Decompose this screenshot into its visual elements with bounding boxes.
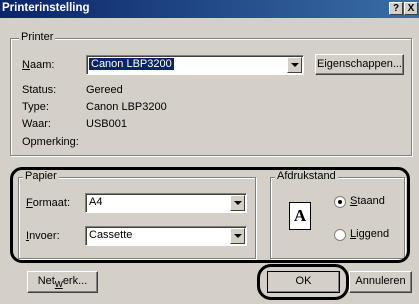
title-bar: Printerinstelling ? X: [0, 0, 419, 18]
printer-name-select[interactable]: Canon LBP3200: [86, 55, 304, 75]
paper-group-label: Papier: [23, 170, 59, 182]
close-button[interactable]: X: [404, 2, 418, 15]
paper-format-value: A4: [89, 196, 103, 208]
close-icon: X: [407, 3, 415, 14]
type-label: Type:: [22, 101, 49, 113]
printer-name-dropdown-button[interactable]: [287, 57, 302, 73]
orientation-group-label: Afdrukstand: [275, 170, 338, 182]
paper-format-select[interactable]: A4: [85, 193, 247, 213]
help-button[interactable]: ?: [389, 2, 403, 15]
paper-source-select[interactable]: Cassette: [85, 226, 247, 246]
landscape-label[interactable]: Liggend: [350, 228, 389, 240]
print-setup-dialog: Printerinstelling ? X Printer Naam: Cano…: [0, 0, 419, 304]
portrait-label[interactable]: Staand: [350, 195, 385, 207]
ok-button[interactable]: OK: [267, 271, 340, 293]
paper-source-value: Cassette: [89, 229, 133, 241]
source-label: Invoer:: [26, 230, 60, 242]
chevron-down-icon: [234, 234, 242, 238]
printer-name-value: Canon LBP3200: [89, 58, 174, 70]
properties-button[interactable]: Eigenschappen...: [315, 54, 404, 75]
chevron-down-icon: [234, 201, 242, 205]
comment-label: Opmerking:: [22, 136, 79, 148]
where-label: Waar:: [22, 118, 51, 130]
paper-group: Papier: [18, 170, 256, 259]
network-button[interactable]: Netwerk...: [27, 271, 98, 293]
type-value: Canon LBP3200: [86, 101, 167, 113]
portrait-orientation-icon: A: [289, 202, 311, 230]
window-title: Printerinstelling: [2, 2, 90, 14]
printer-name-label: Naam:: [22, 59, 55, 71]
radio-selected-dot: [338, 200, 342, 204]
landscape-radio[interactable]: [334, 229, 346, 241]
status-value: Gereed: [86, 84, 123, 96]
where-value: USB001: [86, 118, 127, 130]
help-icon: ?: [392, 3, 400, 14]
paper-source-dropdown-button[interactable]: [230, 228, 245, 244]
portrait-radio[interactable]: [334, 196, 346, 208]
status-label: Status:: [22, 84, 57, 96]
cancel-button[interactable]: Annuleren: [349, 271, 412, 293]
format-label: Formaat:: [26, 197, 71, 209]
chevron-down-icon: [291, 63, 299, 67]
printer-group-label: Printer: [19, 31, 56, 43]
paper-format-dropdown-button[interactable]: [230, 195, 245, 211]
